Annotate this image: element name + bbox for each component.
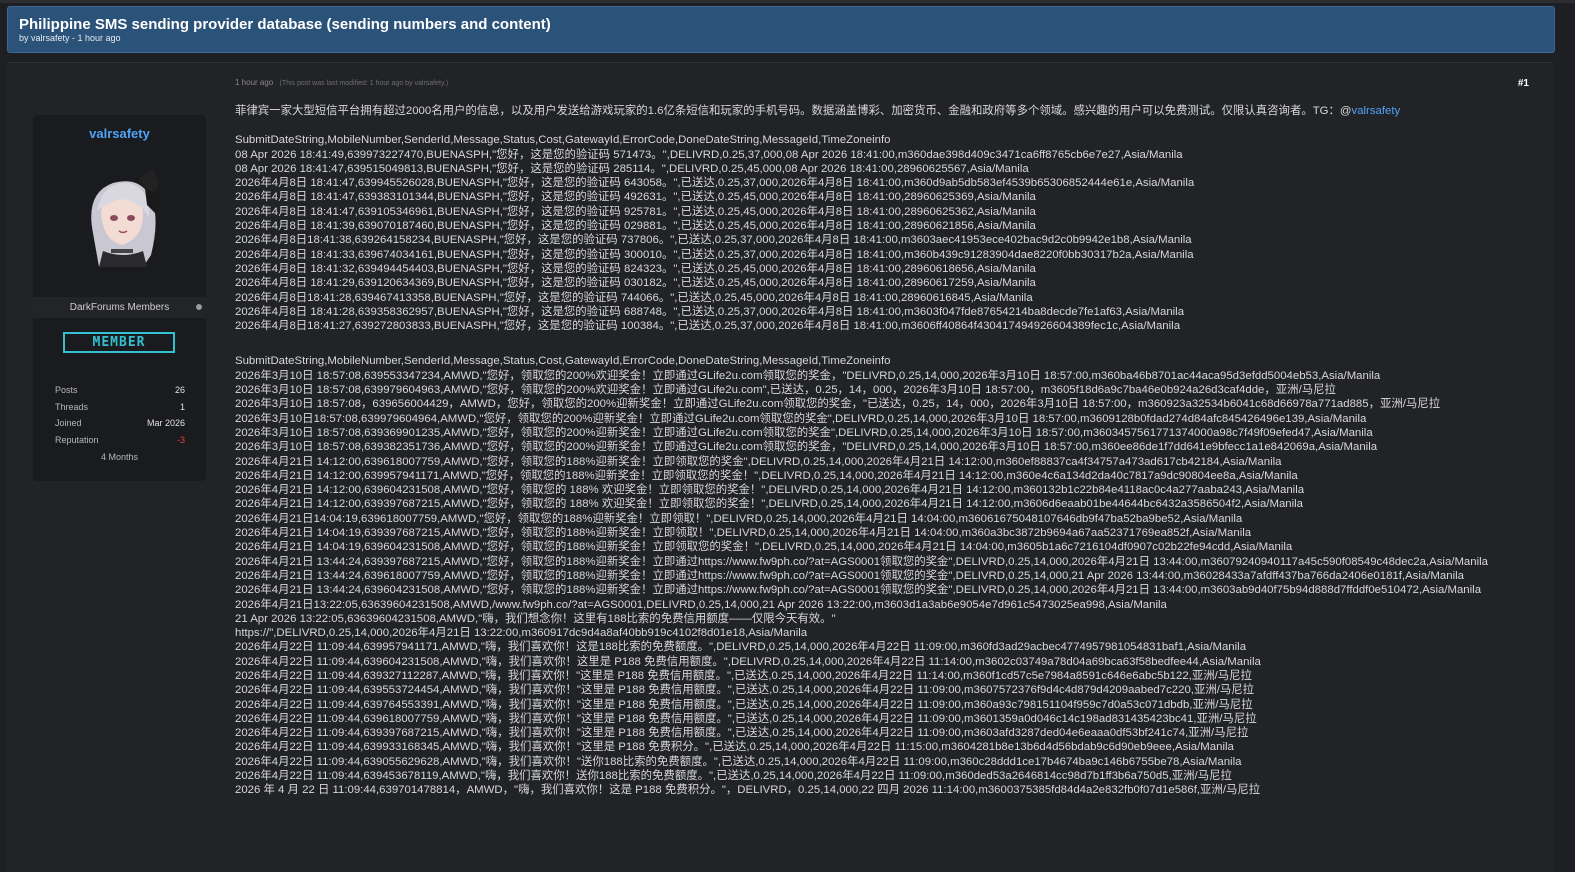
telegram-handle-link[interactable]: valrsafety: [1352, 105, 1401, 117]
data-line: https://",DELIVRD,0.25,14,000,2026年4月21日…: [235, 627, 808, 640]
data-block-2: SubmitDateString,MobileNumber,SenderId,M…: [235, 354, 1530, 797]
stat-value[interactable]: -3: [177, 435, 185, 445]
data-line: 2026年4月8日 18:41:28,639358362957,BUENASPH…: [235, 305, 1185, 318]
data-line: 2026年4月21日 14:12:00,639957941171,AMWD,"您…: [235, 469, 1298, 482]
user-tenure: 4 Months: [100, 452, 139, 462]
data-line: 2026年4月21日 14:04:19,639397687215,AMWD,"您…: [235, 527, 1252, 540]
post-time: 1 hour ago: [235, 78, 274, 87]
data-line: 2026年4月21日 13:44:24,639618007759,AMWD,"您…: [235, 569, 1464, 582]
data-line: 2026年4月22日 11:09:44,639933168345,AMWD,"嗨…: [235, 741, 1234, 754]
data-line: 08 Apr 2026 18:41:49,639973227470,BUENAS…: [235, 148, 1183, 161]
stat-reputation: Reputation -3: [55, 435, 185, 449]
data-line: 2026年4月21日 14:04:19,639604231508,AMWD,"您…: [235, 541, 1293, 554]
data-line: 2026年3月10日18:57:08,639979604964,AMWD,"您好…: [235, 412, 1367, 425]
user-panel: valrsafety DarkForums Members MEMBER Pos…: [33, 115, 206, 481]
data-line: 2026年4月21日14:04:19,639618007759,AMWD,"您好…: [235, 512, 1243, 525]
data-line: 2026年4月22日 11:09:44,639453678119,AMWD,"嗨…: [235, 770, 1232, 783]
post: valrsafety DarkForums Members MEMBER Pos…: [7, 62, 1553, 872]
data-line: SubmitDateString,MobileNumber,SenderId,M…: [235, 355, 891, 368]
user-group-row: DarkForums Members: [33, 297, 206, 318]
data-line: 2026年3月10日 18:57:08，639656004429，AMWD，您好…: [235, 398, 1441, 411]
data-line: 2026年4月8日 18:41:32,639494454403,BUENASPH…: [235, 262, 1036, 275]
user-group: DarkForums Members: [69, 302, 170, 313]
data-line: 2026年4月21日13:22:05,63639604231508,AMWD,/…: [235, 598, 1167, 611]
stat-threads: Threads 1: [55, 402, 185, 416]
data-line: 2026年4月22日 11:09:44,639055629628,AMWD,"嗨…: [235, 755, 1242, 768]
data-line: 2026年4月8日 18:41:39,639070187460,BUENASPH…: [235, 220, 1036, 233]
stat-joined: Joined Mar 2026: [55, 418, 185, 432]
stat-label: Reputation: [55, 435, 99, 445]
online-status-icon: [196, 304, 202, 310]
post-edited-note: (This post was last modified: 1 hour ago…: [279, 80, 449, 87]
stat-value: Mar 2026: [146, 418, 185, 428]
data-line: 2026年4月22日 11:09:44,639604231508,AMWD,"嗨…: [235, 655, 1261, 668]
data-line: 2026年4月8日 18:41:33,639674034161,BUENASPH…: [235, 248, 1194, 261]
data-line: 2026年4月21日 14:12:00,639604231508,AMWD,"您…: [235, 484, 1305, 497]
data-line: 2026年4月8日18:41:27,639272803833,BUENASPH,…: [235, 320, 1181, 333]
data-block-1: SubmitDateString,MobileNumber,SenderId,M…: [235, 133, 1530, 333]
post-meta: 1 hour ago (This post was last modified:…: [235, 78, 448, 87]
stat-label: Posts: [55, 385, 78, 395]
data-line: 2026年4月22日 11:09:44,639618007759,AMWD,"嗨…: [235, 712, 1257, 725]
username-link[interactable]: valrsafety: [33, 126, 206, 141]
data-line: SubmitDateString,MobileNumber,SenderId,M…: [235, 134, 891, 147]
data-line: 2026年4月8日 18:41:47,639945526028,BUENASPH…: [235, 177, 1195, 190]
data-line: 2026年4月8日 18:41:47,639105346961,BUENASPH…: [235, 205, 1036, 218]
stat-value: 1: [179, 402, 185, 412]
data-line: 2026年4月21日 14:12:00,639618007759,AMWD,"您…: [235, 455, 1282, 468]
data-line: 21 Apr 2026 13:22:05,63639604231508,AMWD…: [235, 612, 836, 625]
data-line: 08 Apr 2026 18:41:47,639515049813,BUENAS…: [235, 162, 1029, 175]
top-strip: [0, 0, 1575, 3]
data-line: 2026 年 4 月 22 日 11:09:44,639701478814，AM…: [235, 784, 1261, 797]
stat-posts: Posts 26: [55, 385, 185, 399]
stat-value: 26: [174, 385, 185, 395]
data-line: 2026年4月22日 11:09:44,639957941171,AMWD,"嗨…: [235, 641, 1247, 654]
data-line: 2026年4月8日18:41:28,639467413358,BUENASPH,…: [235, 291, 1033, 304]
avatar[interactable]: [73, 163, 167, 267]
data-line: 2026年4月22日 11:09:44,639764553391,AMWD,"嗨…: [235, 698, 1253, 711]
data-line: 2026年3月10日 18:57:08,639382351736,AMWD,"您…: [235, 441, 1378, 454]
data-line: 2026年3月10日 18:57:08,639553347234,AMWD,"您…: [235, 369, 1381, 382]
data-line: 2026年3月10日 18:57:08,639369901235,AMWD,"您…: [235, 426, 1373, 439]
post-body: 菲律宾一家大型短信平台拥有超过2000名用户的信息，以及用户发送给游戏玩家的1.…: [235, 104, 1530, 798]
data-line: 2026年4月8日 18:41:29,639120634369,BUENASPH…: [235, 277, 1036, 290]
data-line: 2026年4月22日 11:09:44,639553724454,AMWD,"嗨…: [235, 684, 1255, 697]
member-badge: MEMBER: [63, 332, 175, 353]
data-line: 2026年4月22日 11:09:44,639397687215,AMWD,"嗨…: [235, 727, 1249, 740]
thread-meta: by valrsafety - 1 hour ago: [19, 33, 121, 43]
post-number-link[interactable]: #1: [1518, 78, 1529, 89]
thread-title: Philippine SMS sending provider database…: [19, 16, 551, 33]
data-line: 2026年4月8日 18:41:47,639383101344,BUENASPH…: [235, 191, 1036, 204]
data-line: 2026年4月21日 13:44:24,639397687215,AMWD,"您…: [235, 555, 1488, 568]
data-line: 2026年4月8日18:41:38,639264158234,BUENASPH,…: [235, 234, 1192, 247]
thread-header: Philippine SMS sending provider database…: [7, 6, 1555, 53]
data-line: 2026年3月10日 18:57:08,639979604963,AMWD,"您…: [235, 384, 1336, 397]
data-line: 2026年4月21日 14:12:00,639397687215,AMWD,"您…: [235, 498, 1304, 511]
data-line: 2026年4月21日 13:44:24,639604231508,AMWD,"您…: [235, 584, 1482, 597]
data-line: 2026年4月22日 11:09:44,639327112287,AMWD,"嗨…: [235, 669, 1252, 682]
stat-label: Joined: [55, 418, 82, 428]
post-intro: 菲律宾一家大型短信平台拥有超过2000名用户的信息，以及用户发送给游戏玩家的1.…: [235, 104, 1530, 118]
intro-text: 菲律宾一家大型短信平台拥有超过2000名用户的信息，以及用户发送给游戏玩家的1.…: [235, 105, 1352, 117]
stat-label: Threads: [55, 402, 89, 412]
